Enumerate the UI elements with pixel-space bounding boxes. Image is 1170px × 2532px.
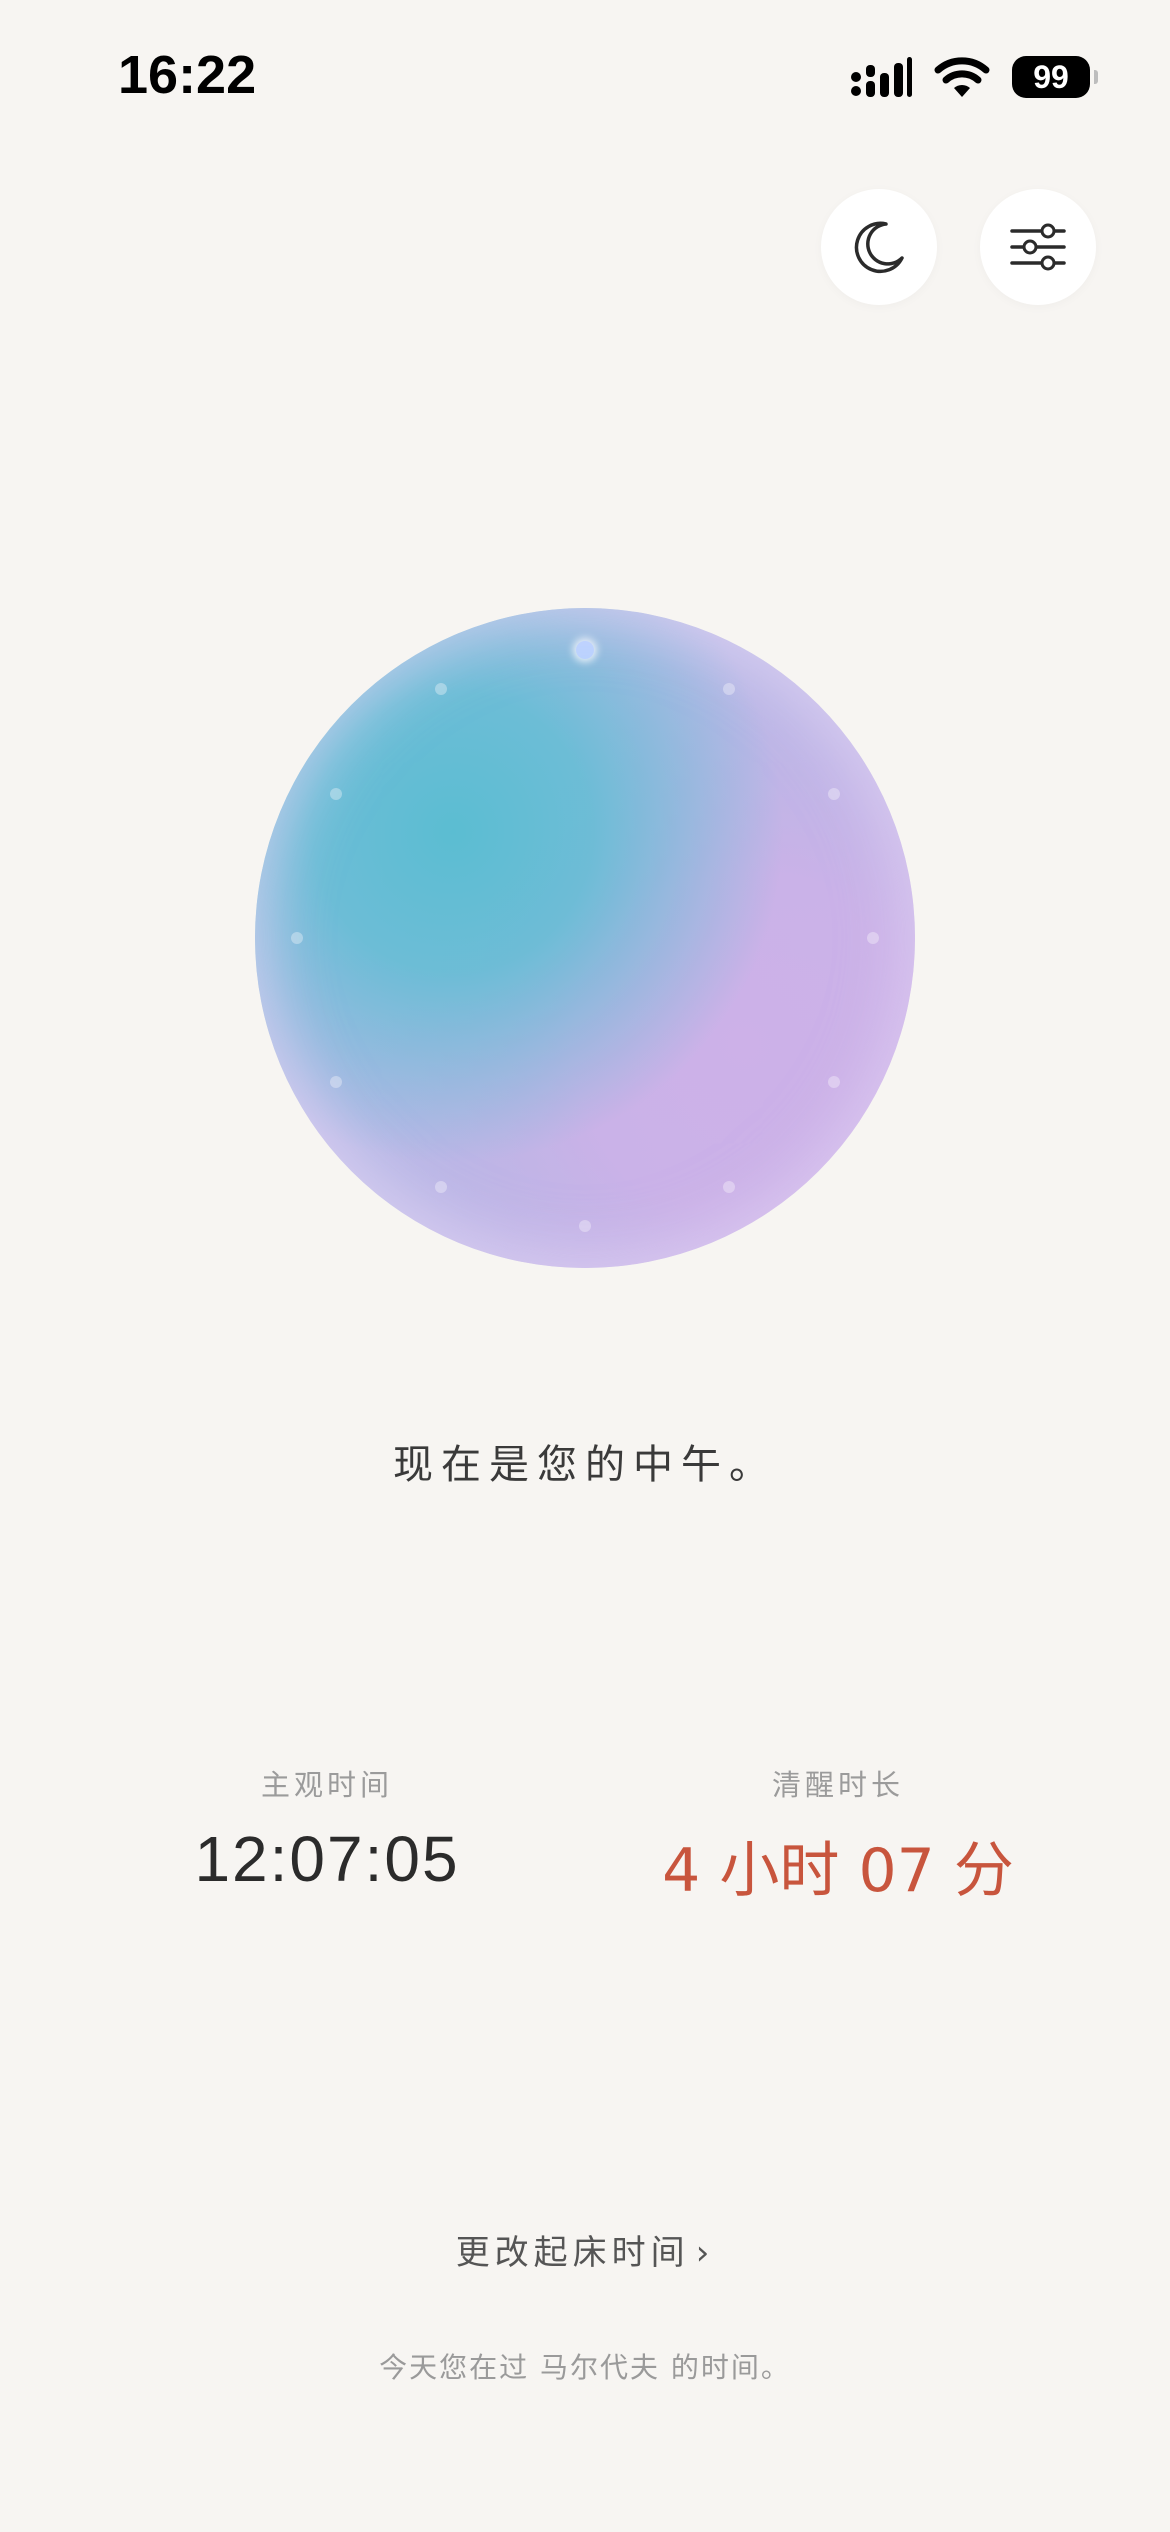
orb-tick [435,682,447,695]
orb-tick [828,788,841,800]
headline: 现在是您的中午。 [393,1442,777,1488]
awake-duration-label: 清醒时长 [771,1768,904,1802]
change-wake-time-link[interactable]: 更改起床时间 › [0,2225,1170,2274]
change-wake-time-label: 更改起床时间 [455,2233,690,2273]
subjective-time-value: 12:07:05 [194,1823,460,1895]
orb-tick [435,1181,447,1194]
orb-tick [291,932,303,944]
chevron-right-icon: › [695,2233,715,2273]
status-time: 16:22 [118,45,257,105]
location-note: 今天您在过 马尔代夫 的时间。 [379,2351,791,2384]
signal-icon [851,57,912,97]
time-orb [255,608,915,1268]
sliders-icon [1010,223,1066,271]
battery-level: 99 [1033,58,1069,95]
orb-tick [329,788,342,800]
orb-tick [329,1076,342,1088]
wifi-icon [934,57,990,97]
orb-tick [723,1181,735,1194]
battery-icon: 99 [1012,56,1098,98]
dark-mode-button[interactable] [821,189,937,305]
orb-tick [579,1220,591,1232]
subjective-time: 主观时间 12:07:05 [117,1762,537,1896]
orb-tick [723,682,735,695]
orb-tick-active [576,641,594,659]
awake-duration-value: 4 小时 07 分 [662,1836,1014,1906]
status-icons: 99 [850,52,1098,102]
settings-button[interactable] [980,189,1096,305]
moon-icon [854,221,904,274]
awake-duration: 清醒时长 4 小时 07 分 [628,1762,1048,1909]
orb-tick [828,1076,841,1088]
subjective-time-label: 主观时间 [260,1768,393,1802]
orb-tick [867,932,879,944]
